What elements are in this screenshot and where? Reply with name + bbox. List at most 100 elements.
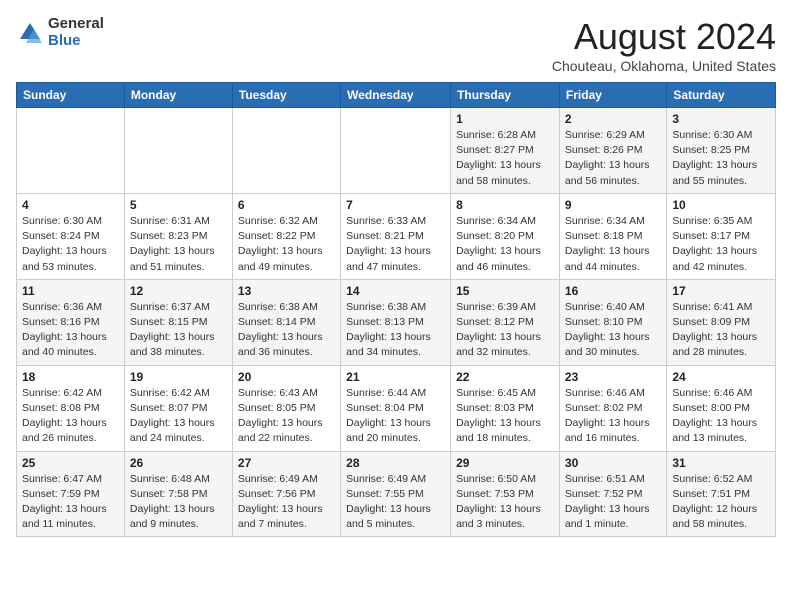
day-number: 21 bbox=[346, 370, 445, 384]
header-cell-friday: Friday bbox=[559, 83, 666, 108]
calendar-header: SundayMondayTuesdayWednesdayThursdayFrid… bbox=[17, 83, 776, 108]
day-cell: 1Sunrise: 6:28 AM Sunset: 8:27 PM Daylig… bbox=[451, 108, 560, 194]
day-cell: 27 Sunrise: 6:49 AM Sunset: 7:56 PM Dayli… bbox=[232, 451, 340, 537]
day-number: 14 bbox=[346, 284, 445, 298]
day-number: 16 bbox=[565, 284, 661, 298]
day-number: 1 bbox=[456, 112, 554, 126]
day-info: Sunrise: 6:51 AM Sunset: 7:52 PM Dayligh… bbox=[565, 472, 661, 533]
header-cell-sunday: Sunday bbox=[17, 83, 125, 108]
day-info: Sunrise: 6:34 AM Sunset: 8:18 PM Dayligh… bbox=[565, 214, 661, 275]
day-cell: 19 Sunrise: 6:42 AM Sunset: 8:07 PM Dayli… bbox=[124, 365, 232, 451]
day-cell: 18 Sunrise: 6:42 AM Sunset: 8:08 PM Dayli… bbox=[17, 365, 125, 451]
calendar-body: 1Sunrise: 6:28 AM Sunset: 8:27 PM Daylig… bbox=[17, 108, 776, 537]
day-info: Sunrise: 6:35 AM Sunset: 8:17 PM Dayligh… bbox=[672, 214, 770, 275]
day-info: Sunrise: 6:50 AM Sunset: 7:53 PM Dayligh… bbox=[456, 472, 554, 533]
day-cell: 8 Sunrise: 6:34 AM Sunset: 8:20 PM Daylig… bbox=[451, 193, 560, 279]
day-number: 6 bbox=[238, 198, 335, 212]
day-info: Sunrise: 6:43 AM Sunset: 8:05 PM Dayligh… bbox=[238, 386, 335, 447]
header-cell-thursday: Thursday bbox=[451, 83, 560, 108]
day-cell: 6Sunrise: 6:32 AM Sunset: 8:22 PM Daylig… bbox=[232, 193, 340, 279]
day-info: Sunrise: 6:48 AM Sunset: 7:58 PM Dayligh… bbox=[130, 472, 227, 533]
day-cell: 31 Sunrise: 6:52 AM Sunset: 7:51 PM Dayli… bbox=[667, 451, 776, 537]
day-info: Sunrise: 6:49 AM Sunset: 7:55 PM Dayligh… bbox=[346, 472, 445, 533]
day-number: 3 bbox=[672, 112, 770, 126]
location-title: Chouteau, Oklahoma, United States bbox=[552, 58, 776, 74]
day-info: Sunrise: 6:34 AM Sunset: 8:20 PM Dayligh… bbox=[456, 214, 554, 275]
header: General Blue August 2024 Chouteau, Oklah… bbox=[16, 16, 776, 74]
day-cell: 29 Sunrise: 6:50 AM Sunset: 7:53 PM Dayli… bbox=[451, 451, 560, 537]
day-number: 20 bbox=[238, 370, 335, 384]
day-cell: 25Sunrise: 6:47 AM Sunset: 7:59 PM Dayli… bbox=[17, 451, 125, 537]
header-cell-monday: Monday bbox=[124, 83, 232, 108]
day-number: 17 bbox=[672, 284, 770, 298]
day-info: Sunrise: 6:42 AM Sunset: 8:08 PM Dayligh… bbox=[22, 386, 119, 447]
day-number: 7 bbox=[346, 198, 445, 212]
header-row: SundayMondayTuesdayWednesdayThursdayFrid… bbox=[17, 83, 776, 108]
title-area: August 2024 Chouteau, Oklahoma, United S… bbox=[552, 16, 776, 74]
day-info: Sunrise: 6:46 AM Sunset: 8:00 PM Dayligh… bbox=[672, 386, 770, 447]
day-number: 27 bbox=[238, 456, 335, 470]
day-number: 19 bbox=[130, 370, 227, 384]
logo: General Blue bbox=[16, 16, 104, 49]
day-cell: 13Sunrise: 6:38 AM Sunset: 8:14 PM Dayli… bbox=[232, 279, 340, 365]
logo-text: General Blue bbox=[48, 16, 104, 49]
day-info: Sunrise: 6:41 AM Sunset: 8:09 PM Dayligh… bbox=[672, 300, 770, 361]
calendar-table: SundayMondayTuesdayWednesdayThursdayFrid… bbox=[16, 82, 776, 537]
day-cell: 2Sunrise: 6:29 AM Sunset: 8:26 PM Daylig… bbox=[559, 108, 666, 194]
day-number: 18 bbox=[22, 370, 119, 384]
day-cell: 12 Sunrise: 6:37 AM Sunset: 8:15 PM Dayli… bbox=[124, 279, 232, 365]
day-number: 22 bbox=[456, 370, 554, 384]
day-info: Sunrise: 6:46 AM Sunset: 8:02 PM Dayligh… bbox=[565, 386, 661, 447]
day-number: 26 bbox=[130, 456, 227, 470]
week-row-3: 18 Sunrise: 6:42 AM Sunset: 8:08 PM Dayli… bbox=[17, 365, 776, 451]
day-number: 8 bbox=[456, 198, 554, 212]
day-number: 24 bbox=[672, 370, 770, 384]
week-row-4: 25Sunrise: 6:47 AM Sunset: 7:59 PM Dayli… bbox=[17, 451, 776, 537]
day-number: 28 bbox=[346, 456, 445, 470]
day-cell: 14 Sunrise: 6:38 AM Sunset: 8:13 PM Dayli… bbox=[341, 279, 451, 365]
day-cell bbox=[124, 108, 232, 194]
day-info: Sunrise: 6:47 AM Sunset: 7:59 PM Dayligh… bbox=[22, 472, 119, 533]
day-cell: 7Sunrise: 6:33 AM Sunset: 8:21 PM Daylig… bbox=[341, 193, 451, 279]
day-info: Sunrise: 6:30 AM Sunset: 8:24 PM Dayligh… bbox=[22, 214, 119, 275]
day-info: Sunrise: 6:42 AM Sunset: 8:07 PM Dayligh… bbox=[130, 386, 227, 447]
day-cell bbox=[17, 108, 125, 194]
day-number: 10 bbox=[672, 198, 770, 212]
day-number: 30 bbox=[565, 456, 661, 470]
day-cell: 21Sunrise: 6:44 AM Sunset: 8:04 PM Dayli… bbox=[341, 365, 451, 451]
day-info: Sunrise: 6:31 AM Sunset: 8:23 PM Dayligh… bbox=[130, 214, 227, 275]
day-number: 29 bbox=[456, 456, 554, 470]
day-number: 13 bbox=[238, 284, 335, 298]
day-info: Sunrise: 6:30 AM Sunset: 8:25 PM Dayligh… bbox=[672, 128, 770, 189]
month-title: August 2024 bbox=[552, 16, 776, 58]
week-row-1: 4 Sunrise: 6:30 AM Sunset: 8:24 PM Daylig… bbox=[17, 193, 776, 279]
header-cell-wednesday: Wednesday bbox=[341, 83, 451, 108]
day-number: 4 bbox=[22, 198, 119, 212]
day-cell: 11 Sunrise: 6:36 AM Sunset: 8:16 PM Dayli… bbox=[17, 279, 125, 365]
day-cell: 4 Sunrise: 6:30 AM Sunset: 8:24 PM Daylig… bbox=[17, 193, 125, 279]
day-info: Sunrise: 6:49 AM Sunset: 7:56 PM Dayligh… bbox=[238, 472, 335, 533]
day-cell bbox=[341, 108, 451, 194]
week-row-0: 1Sunrise: 6:28 AM Sunset: 8:27 PM Daylig… bbox=[17, 108, 776, 194]
day-cell: 3 Sunrise: 6:30 AM Sunset: 8:25 PM Daylig… bbox=[667, 108, 776, 194]
day-cell: 30 Sunrise: 6:51 AM Sunset: 7:52 PM Dayli… bbox=[559, 451, 666, 537]
day-cell bbox=[232, 108, 340, 194]
day-number: 23 bbox=[565, 370, 661, 384]
day-info: Sunrise: 6:29 AM Sunset: 8:26 PM Dayligh… bbox=[565, 128, 661, 189]
day-info: Sunrise: 6:52 AM Sunset: 7:51 PM Dayligh… bbox=[672, 472, 770, 533]
day-cell: 16Sunrise: 6:40 AM Sunset: 8:10 PM Dayli… bbox=[559, 279, 666, 365]
day-cell: 28 Sunrise: 6:49 AM Sunset: 7:55 PM Dayli… bbox=[341, 451, 451, 537]
day-number: 12 bbox=[130, 284, 227, 298]
day-info: Sunrise: 6:45 AM Sunset: 8:03 PM Dayligh… bbox=[456, 386, 554, 447]
header-cell-tuesday: Tuesday bbox=[232, 83, 340, 108]
day-info: Sunrise: 6:38 AM Sunset: 8:13 PM Dayligh… bbox=[346, 300, 445, 361]
day-number: 31 bbox=[672, 456, 770, 470]
day-cell: 9Sunrise: 6:34 AM Sunset: 8:18 PM Daylig… bbox=[559, 193, 666, 279]
day-cell: 22 Sunrise: 6:45 AM Sunset: 8:03 PM Dayli… bbox=[451, 365, 560, 451]
day-cell: 26 Sunrise: 6:48 AM Sunset: 7:58 PM Dayli… bbox=[124, 451, 232, 537]
day-cell: 5Sunrise: 6:31 AM Sunset: 8:23 PM Daylig… bbox=[124, 193, 232, 279]
day-number: 11 bbox=[22, 284, 119, 298]
day-info: Sunrise: 6:37 AM Sunset: 8:15 PM Dayligh… bbox=[130, 300, 227, 361]
day-info: Sunrise: 6:36 AM Sunset: 8:16 PM Dayligh… bbox=[22, 300, 119, 361]
day-cell: 17 Sunrise: 6:41 AM Sunset: 8:09 PM Dayli… bbox=[667, 279, 776, 365]
